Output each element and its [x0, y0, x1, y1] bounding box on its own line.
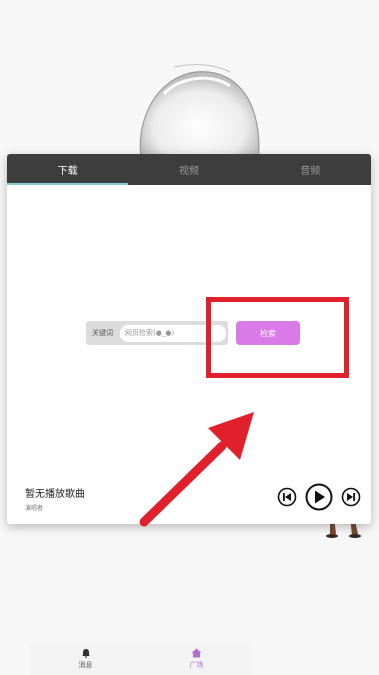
home-icon — [191, 648, 202, 658]
app-screen: 下载 视频 音频 关键词 检索 暂无播放歌曲 演唱者 — [0, 0, 379, 675]
player-controls — [277, 483, 361, 511]
artist-label: 演唱者 — [25, 505, 44, 512]
bell-icon — [81, 649, 90, 658]
tab-download[interactable]: 下载 — [7, 154, 129, 185]
song-title: 暂无播放歌曲 — [25, 489, 85, 500]
now-playing: 暂无播放歌曲 演唱者 — [25, 485, 85, 512]
annotation-arrow — [139, 412, 254, 527]
tab-bar: 下载 视频 音频 — [7, 154, 371, 185]
nav-item-square[interactable]: 广场 — [141, 643, 252, 675]
nav-item-messages[interactable]: 消息 — [30, 643, 141, 675]
nav-label-square: 广场 — [189, 661, 204, 669]
play-icon[interactable] — [305, 483, 333, 511]
bottom-nav: 消息 广场 — [30, 643, 252, 675]
glass-bulb-illustration — [139, 64, 260, 164]
tab-audio[interactable]: 音频 — [250, 154, 371, 185]
annotation-highlight-box — [206, 297, 349, 378]
previous-track-icon[interactable] — [277, 487, 297, 507]
keyword-label: 关键词 — [92, 329, 113, 337]
next-track-icon[interactable] — [341, 487, 361, 507]
tab-video[interactable]: 视频 — [128, 154, 249, 185]
nav-label-messages: 消息 — [78, 661, 93, 669]
